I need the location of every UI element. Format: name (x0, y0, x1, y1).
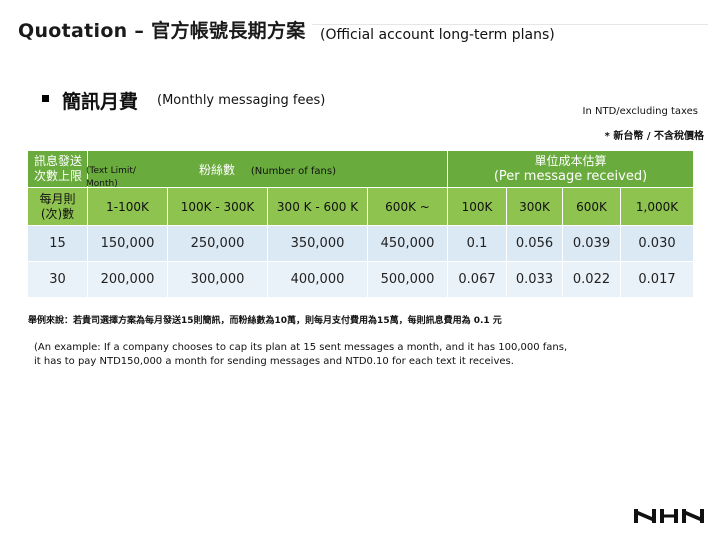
fans-header: 粉絲數 (Number of fans) (86, 150, 449, 188)
table-cell: 500,000 (366, 261, 449, 298)
table-cell: 0.017 (620, 261, 695, 298)
subheader-monthly-zh-line2: (次)數 (40, 206, 75, 221)
table-cell: 0.030 (620, 225, 695, 262)
table-cell: 30 (27, 261, 88, 298)
fans-header-zh: 粉絲數 (199, 162, 236, 177)
table-cell: 300,000 (167, 261, 268, 298)
table-row: 15 150,000 250,000 350,000 450,000 0.1 0… (27, 225, 695, 262)
fans-header-en: (Number of fans) (250, 165, 337, 177)
cost-header-zh: 單位成本估算 (534, 153, 607, 168)
table-cell: 0.1 (447, 225, 508, 262)
section-subtitle: (Monthly messaging fees) (157, 93, 326, 108)
limit-header-en-line1: (Text Limit/ (86, 166, 136, 176)
limit-header-zh-line2: 次數上限 (34, 169, 83, 183)
table-cell: 0.067 (447, 261, 508, 298)
currency-note-zh: * 新台幣 / 不含稅價格 (604, 131, 704, 142)
limit-header: 訊息發送 次數上限 (27, 150, 88, 188)
cost-header: 單位成本估算 (Per message received) (447, 150, 695, 188)
title-divider (312, 24, 708, 25)
subheader-cell: 600K ~ (366, 187, 449, 226)
subheader-cell: 300 K - 600 K (267, 187, 368, 226)
subheader-cell: 1,000K (620, 187, 695, 226)
subheader-cell: 100K (447, 187, 508, 226)
bullet-square-icon (42, 95, 49, 102)
currency-note-en: In NTD/excluding taxes (582, 106, 698, 117)
page-title: Quotation – 官方帳號長期方案 (18, 20, 306, 42)
table-cell: 0.033 (506, 261, 564, 298)
subheader-cell: 每月則 (次)數 (27, 187, 88, 226)
table-cell: 200,000 (87, 261, 168, 298)
subheader-cell: 600K (562, 187, 622, 226)
example-text-en: (An example: If a company chooses to cap… (34, 342, 568, 367)
example-text-zh: 舉例來說：若貴司選擇方案為每月發送15則簡訊，而粉絲數為10萬，則每月支付費用為… (28, 316, 502, 326)
subheader-cell: 300K (506, 187, 564, 226)
section-title: 簡訊月費 (62, 91, 139, 113)
table-row: 30 200,000 300,000 400,000 500,000 0.067… (27, 261, 695, 298)
subheader-monthly-zh-line1: 每月則 (39, 191, 76, 206)
limit-header-en-line2: Month) (86, 179, 118, 189)
limit-header-zh-line1: 訊息發送 (34, 154, 83, 168)
table-cell: 15 (27, 225, 88, 262)
table-subheader-row: 每月則 (次)數 1-100K 100K - 300K 300 K - 600 … (27, 187, 695, 226)
nhn-logo-icon (634, 509, 704, 523)
table-cell: 350,000 (267, 225, 368, 262)
table-cell: 0.022 (562, 261, 622, 298)
table-cell: 450,000 (366, 225, 449, 262)
page-subtitle: (Official account long-term plans) (320, 27, 555, 43)
limit-header-en: (Text Limit/ Month) (86, 165, 136, 191)
table-cell: 150,000 (87, 225, 168, 262)
table-cell: 0.056 (506, 225, 564, 262)
cost-header-en: (Per message received) (493, 168, 648, 184)
table-cell: 250,000 (167, 225, 268, 262)
table-cell: 400,000 (267, 261, 368, 298)
subheader-cell: 100K - 300K (167, 187, 268, 226)
table-cell: 0.039 (562, 225, 622, 262)
subheader-cell: 1-100K (87, 187, 168, 226)
